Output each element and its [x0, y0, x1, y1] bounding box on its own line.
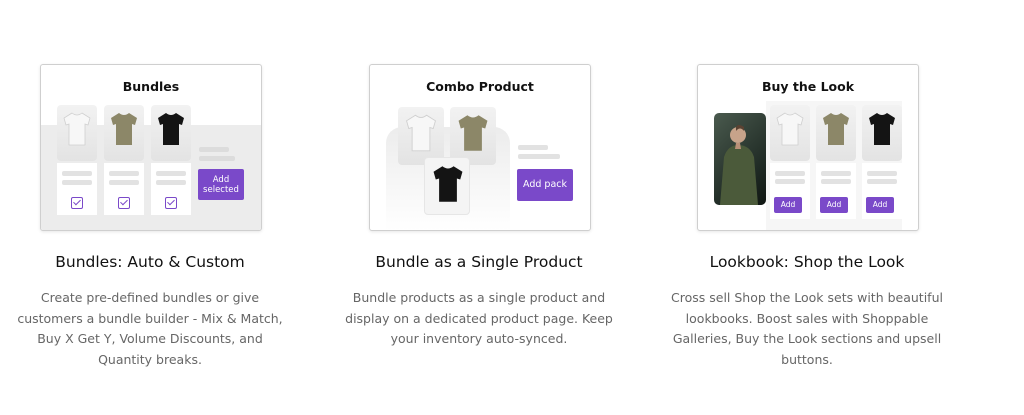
combo-product-preview-card: Combo Product Add pack	[369, 64, 591, 231]
lookbook-model-photo	[714, 113, 766, 205]
card-title: Combo Product	[426, 79, 534, 94]
add-button[interactable]: Add	[820, 197, 848, 213]
feature-title: Bundle as a Single Product	[375, 253, 583, 271]
add-button[interactable]: Add	[866, 197, 894, 213]
checkbox-checked-icon[interactable]	[165, 197, 177, 209]
feature-description: Bundle products as a single product and …	[345, 290, 613, 346]
product-info-1	[57, 163, 97, 215]
product-info-2	[104, 163, 144, 215]
buy-the-look-preview-card: Buy the Look Add Add Add	[697, 64, 919, 231]
card-title: Buy the Look	[761, 79, 855, 94]
product-image-olive-shirt	[104, 105, 144, 161]
bundles-preview-card: Bundles Add selected	[40, 64, 262, 231]
product-image-white-shirt	[770, 105, 810, 161]
checkbox-checked-icon[interactable]	[71, 197, 83, 209]
feature-title: Bundles: Auto & Custom	[55, 253, 245, 271]
product-image-black-shirt	[424, 157, 470, 215]
product-info-3: Add	[862, 163, 902, 219]
product-image-white-shirt	[57, 105, 97, 161]
product-info-3	[151, 163, 191, 215]
product-image-black-shirt	[862, 105, 902, 161]
product-info-1: Add	[770, 163, 810, 219]
add-selected-button[interactable]: Add selected	[198, 169, 244, 200]
feature-description: Cross sell Shop the Look sets with beaut…	[671, 290, 943, 367]
add-pack-button[interactable]: Add pack	[517, 169, 573, 201]
checkbox-checked-icon[interactable]	[118, 197, 130, 209]
product-info-2: Add	[816, 163, 856, 219]
add-button[interactable]: Add	[774, 197, 802, 213]
feature-title: Lookbook: Shop the Look	[709, 253, 905, 271]
product-image-black-shirt	[151, 105, 191, 161]
product-image-olive-shirt	[816, 105, 856, 161]
card-title: Bundles	[122, 79, 180, 94]
feature-description: Create pre-defined bundles or give custo…	[17, 290, 283, 367]
